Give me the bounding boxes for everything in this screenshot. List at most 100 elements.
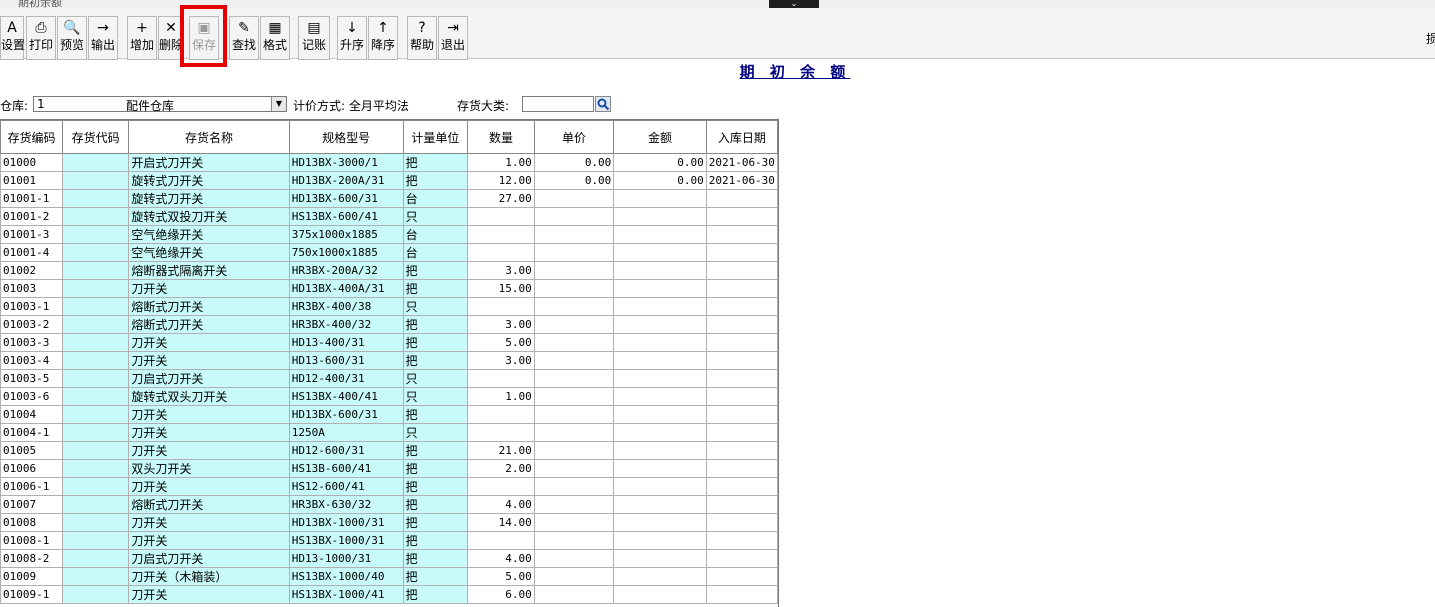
table-cell[interactable]: HR3BX-400/32 — [288, 315, 404, 334]
table-cell[interactable] — [533, 513, 615, 532]
table-cell[interactable] — [613, 405, 707, 424]
table-row[interactable]: 01001-2 旋转式双投刀开关 HS13BX-600/41 只 — [0, 207, 778, 226]
table-cell[interactable] — [705, 387, 778, 406]
table-cell[interactable]: 刀开关 — [128, 405, 290, 424]
table-cell[interactable] — [705, 297, 778, 316]
table-cell[interactable]: 双头刀开关 — [128, 459, 290, 478]
table-cell[interactable] — [533, 207, 615, 226]
exit-button[interactable]: ⇥ 退出 — [438, 16, 468, 60]
table-cell[interactable] — [705, 531, 778, 550]
table-cell[interactable] — [61, 171, 130, 190]
column-header[interactable]: 存货编码 — [0, 120, 63, 154]
add-button[interactable]: + 增加 — [127, 16, 157, 60]
table-cell[interactable]: 2021-06-30 — [705, 153, 778, 172]
table-cell[interactable] — [705, 459, 778, 478]
table-row[interactable]: 01005 刀开关 HD12-600/31 把 21.00 — [0, 441, 778, 460]
table-cell[interactable] — [613, 189, 707, 208]
table-cell[interactable] — [467, 423, 535, 442]
table-cell[interactable]: 01004 — [0, 405, 63, 424]
table-row[interactable]: 01003 刀开关 HD13BX-400A/31 把 15.00 — [0, 279, 778, 298]
table-cell[interactable]: 01000 — [0, 153, 63, 172]
table-cell[interactable]: HD13BX-200A/31 — [288, 171, 404, 190]
table-cell[interactable]: HD12-400/31 — [288, 369, 404, 388]
table-cell[interactable] — [533, 549, 615, 568]
table-cell[interactable]: HD13-400/31 — [288, 333, 404, 352]
table-cell[interactable] — [61, 207, 130, 226]
table-cell[interactable] — [533, 369, 615, 388]
table-cell[interactable]: 15.00 — [467, 279, 535, 298]
table-cell[interactable] — [705, 189, 778, 208]
table-cell[interactable] — [61, 261, 130, 280]
table-cell[interactable] — [533, 423, 615, 442]
table-cell[interactable] — [61, 189, 130, 208]
column-header[interactable]: 规格型号 — [288, 120, 404, 154]
table-cell[interactable] — [61, 423, 130, 442]
table-cell[interactable] — [467, 405, 535, 424]
post-button[interactable]: ▤ 记账 — [298, 16, 330, 60]
table-cell[interactable] — [705, 585, 778, 604]
table-cell[interactable]: 01001 — [0, 171, 63, 190]
table-cell[interactable]: 0.00 — [533, 153, 615, 172]
table-row[interactable]: 01003-5 刀启式刀开关 HD12-400/31 只 — [0, 369, 778, 388]
table-cell[interactable]: HR3BX-200A/32 — [288, 261, 404, 280]
table-cell[interactable]: 熔断式刀开关 — [128, 495, 290, 514]
table-row[interactable]: 01001-3 空气绝缘开关 375x1000x1885 台 — [0, 225, 778, 244]
table-cell[interactable] — [613, 261, 707, 280]
table-cell[interactable]: 把 — [402, 495, 469, 514]
table-cell[interactable]: 3.00 — [467, 261, 535, 280]
table-cell[interactable]: HD13-1000/31 — [288, 549, 404, 568]
table-cell[interactable]: 5.00 — [467, 567, 535, 586]
table-cell[interactable]: HS13BX-400/41 — [288, 387, 404, 406]
table-cell[interactable]: 把 — [402, 153, 469, 172]
table-cell[interactable] — [613, 225, 707, 244]
table-cell[interactable]: 只 — [402, 369, 469, 388]
table-cell[interactable]: 01003-4 — [0, 351, 63, 370]
collapse-ribbon-button[interactable]: ⌄ — [769, 0, 819, 8]
table-cell[interactable] — [613, 387, 707, 406]
table-cell[interactable]: 把 — [402, 477, 469, 496]
table-cell[interactable]: 01001-3 — [0, 225, 63, 244]
chevron-down-icon[interactable]: ▼ — [271, 97, 286, 111]
table-cell[interactable]: 把 — [402, 567, 469, 586]
table-cell[interactable]: HS13BX-1000/41 — [288, 585, 404, 604]
table-row[interactable]: 01008-2 刀启式刀开关 HD13-1000/31 把 4.00 — [0, 549, 778, 568]
table-cell[interactable] — [533, 387, 615, 406]
table-cell[interactable]: 6.00 — [467, 585, 535, 604]
table-cell[interactable] — [533, 261, 615, 280]
table-cell[interactable] — [705, 261, 778, 280]
table-cell[interactable]: 01008-2 — [0, 549, 63, 568]
table-row[interactable]: 01001-4 空气绝缘开关 750x1000x1885 台 — [0, 243, 778, 262]
table-cell[interactable]: 把 — [402, 531, 469, 550]
table-cell[interactable]: 3.00 — [467, 351, 535, 370]
table-cell[interactable]: 把 — [402, 261, 469, 280]
column-header[interactable]: 计量单位 — [402, 120, 469, 154]
table-cell[interactable] — [613, 495, 707, 514]
table-cell[interactable]: 把 — [402, 171, 469, 190]
table-cell[interactable]: 只 — [402, 297, 469, 316]
table-cell[interactable] — [613, 549, 707, 568]
table-cell[interactable] — [705, 243, 778, 262]
table-cell[interactable]: 1.00 — [467, 153, 535, 172]
table-cell[interactable]: 刀开关 — [128, 513, 290, 532]
table-cell[interactable] — [533, 297, 615, 316]
table-cell[interactable] — [613, 369, 707, 388]
table-cell[interactable] — [61, 351, 130, 370]
table-cell[interactable]: 01003-6 — [0, 387, 63, 406]
table-cell[interactable] — [467, 225, 535, 244]
table-row[interactable]: 01003-6 旋转式双头刀开关 HS13BX-400/41 只 1.00 — [0, 387, 778, 406]
table-cell[interactable] — [613, 531, 707, 550]
table-cell[interactable] — [705, 513, 778, 532]
preview-button[interactable]: 🔍 预览 — [57, 16, 87, 60]
table-cell[interactable] — [61, 567, 130, 586]
table-cell[interactable]: 01008-1 — [0, 531, 63, 550]
table-row[interactable]: 01006 双头刀开关 HS13B-600/41 把 2.00 — [0, 459, 778, 478]
table-cell[interactable] — [467, 369, 535, 388]
table-row[interactable]: 01008 刀开关 HD13BX-1000/31 把 14.00 — [0, 513, 778, 532]
column-header[interactable]: 存货名称 — [128, 120, 290, 154]
table-cell[interactable]: 刀开关 — [128, 531, 290, 550]
column-header[interactable]: 存货代码 — [61, 120, 130, 154]
table-cell[interactable] — [705, 405, 778, 424]
table-cell[interactable]: 01008 — [0, 513, 63, 532]
table-cell[interactable]: HD13-600/31 — [288, 351, 404, 370]
table-cell[interactable]: 把 — [402, 315, 469, 334]
